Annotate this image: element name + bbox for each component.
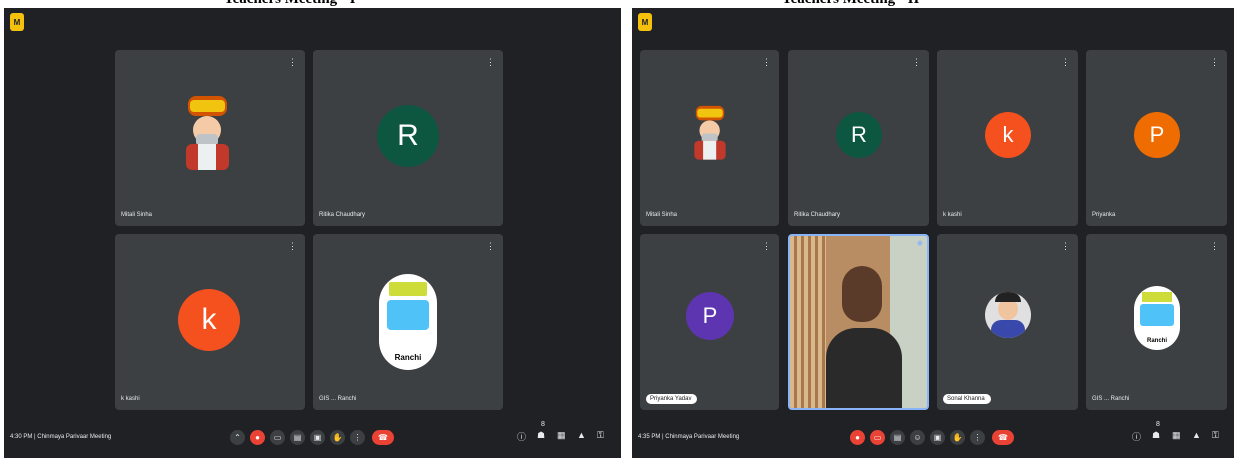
participant-name: k kashi [943,212,962,218]
more-options-icon[interactable]: ⋮ [762,241,771,252]
video-background-slats [790,236,826,408]
logo-text: Ranchi [1146,338,1167,344]
avatar: k [178,289,240,351]
present-icon[interactable]: ▣ [930,430,945,445]
participant-tile[interactable]: ⋮ k k kashi [937,50,1078,226]
participant-tile[interactable]: ⋮ Mitali Sinha [640,50,779,226]
activities-icon[interactable]: ▲ [577,430,586,440]
logo-banner [1142,292,1172,302]
participant-name: Priyanka Yadav [646,394,698,404]
people-count-badge: 8 [1156,421,1160,428]
participant-tile[interactable]: ⋮ Mitali Sinha [115,50,305,226]
emoji-icon[interactable]: ☺ [910,430,925,445]
logo-text: Ranchi [394,353,422,362]
more-options-icon[interactable]: ⋮ [762,57,771,68]
more-options-icon[interactable]: ⋮ [350,430,365,445]
camera-icon[interactable]: ▭ [270,430,285,445]
participant-name: GIS ... Ranchi [319,396,357,402]
photo-clothes [991,320,1025,338]
host-controls-icon[interactable]: ⚿ [1212,430,1219,441]
participant-name: Sonal Khanna [943,394,991,404]
avatar: P [686,292,734,340]
video-body [826,328,902,408]
participant-video-tile[interactable]: ◉ [788,234,929,410]
more-options-icon[interactable]: ⋮ [1061,241,1070,252]
participant-tile[interactable]: ⋮ P Priyanka [1086,50,1227,226]
participant-name: k kashi [121,396,140,402]
more-options-icon[interactable]: ⋮ [288,57,297,68]
caption-strip: Teachers Meeting - I [4,0,621,8]
school-logo-avatar: Ranchi [379,274,437,370]
more-captions-icon[interactable]: ⌃ [230,430,245,445]
participant-tile[interactable]: ⋮ Ranchi GIS ... Ranchi [1086,234,1227,410]
participant-name: GIS ... Ranchi [1092,396,1130,402]
people-count-badge: 8 [541,421,545,428]
more-options-icon[interactable]: ⋮ [1210,241,1219,252]
more-options-icon[interactable]: ⋮ [1210,57,1219,68]
participant-tile[interactable]: ⋮ R Ritika Chaudhary [788,50,929,226]
raise-hand-icon[interactable]: ✋ [950,430,965,445]
meeting-screenshot-1: Teachers Meeting - I M ⋮ Mitali Sinha ⋮ … [4,0,621,458]
mic-icon[interactable]: ● [250,430,265,445]
end-call-icon[interactable]: ☎ [992,430,1014,445]
caption: Teachers Meeting - I [224,0,356,8]
camera-icon[interactable]: ▭ [870,430,885,445]
school-logo-avatar: Ranchi [1134,286,1180,350]
info-icon[interactable]: ⓘ [517,430,526,443]
activities-icon[interactable]: ▲ [1192,430,1201,440]
raise-hand-icon[interactable]: ✋ [330,430,345,445]
mic-icon[interactable]: ● [850,430,865,445]
meet-logo-icon: M [638,13,652,31]
meeting-screenshot-2: Teachers Meeting - II M ⋮ Mitali Sinha ⋮… [632,0,1234,458]
participant-tile[interactable]: ⋮ R Ritika Chaudhary [313,50,503,226]
captions-icon[interactable]: ▤ [890,430,905,445]
avatar: R [836,112,882,158]
more-options-icon[interactable]: ⋮ [1061,57,1070,68]
control-bar: 4:35 PM | Chinmaya Parivaar Meeting ● ▭ … [632,418,1234,458]
control-bar: 4:30 PM | Chinmaya Parivaar Meeting ⌃ ● … [4,418,621,458]
avatar: P [1134,112,1180,158]
people-icon[interactable]: ☗ [1152,430,1160,441]
participant-name: Mitali Sinha [646,212,678,218]
meet-logo-icon: M [10,13,24,31]
captions-icon[interactable]: ▤ [290,430,305,445]
info-icon[interactable]: ⓘ [1132,430,1141,443]
more-options-icon[interactable]: ⋮ [486,57,495,68]
speaking-icon: ◉ [916,240,923,247]
avatar-illustration [186,96,229,170]
present-icon[interactable]: ▣ [310,430,325,445]
participant-tile[interactable]: ⋮ Ranchi GIS ... Ranchi [313,234,503,410]
meeting-info: 4:35 PM | Chinmaya Parivaar Meeting [638,434,740,440]
avatar: R [377,105,439,167]
participant-name: Priyanka [1092,212,1116,218]
participant-tile[interactable]: ⋮ Sonal Khanna [937,234,1078,410]
photo-hair [995,292,1021,302]
avatar-photo [985,292,1031,338]
chat-icon[interactable]: ▦ [1172,430,1181,441]
video-face [842,266,882,322]
logo-banner [389,282,427,296]
chat-icon[interactable]: ▦ [557,430,566,441]
logo-graphic [1140,304,1174,326]
more-options-icon[interactable]: ⋮ [912,57,921,68]
participant-tile[interactable]: ⋮ k k kashi [115,234,305,410]
participant-name: Ritika Chaudhary [794,212,841,218]
people-icon[interactable]: ☗ [537,430,545,441]
avatar-illustration [694,105,726,160]
logo-graphic [387,300,429,330]
host-controls-icon[interactable]: ⚿ [597,430,604,441]
more-options-icon[interactable]: ⋮ [486,241,495,252]
end-call-icon[interactable]: ☎ [372,430,394,445]
participant-name: Mitali Sinha [121,212,153,218]
caption: Teachers Meeting - II [782,0,919,8]
more-options-icon[interactable]: ⋮ [970,430,985,445]
participant-name: Ritika Chaudhary [319,212,366,218]
avatar: k [985,112,1031,158]
caption-strip: Teachers Meeting - II [632,0,1234,8]
meeting-info: 4:30 PM | Chinmaya Parivaar Meeting [10,434,112,440]
more-options-icon[interactable]: ⋮ [288,241,297,252]
participant-tile[interactable]: ⋮ P Priyanka Yadav [640,234,779,410]
